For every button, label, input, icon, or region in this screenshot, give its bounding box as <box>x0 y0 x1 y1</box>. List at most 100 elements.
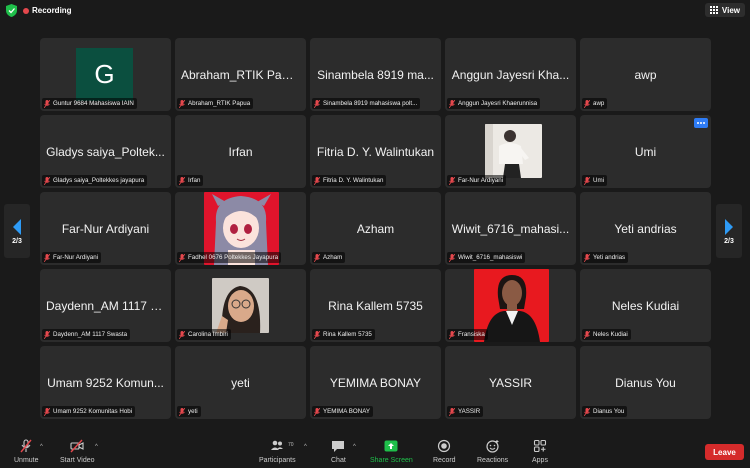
share-screen-icon <box>384 440 398 452</box>
participant-name: yeti <box>231 375 250 390</box>
mic-muted-icon <box>449 253 455 262</box>
mic-muted-icon <box>179 99 185 108</box>
participant-tile[interactable]: Sinambela 8919 ma... Sinambela 8919 maha… <box>310 38 441 111</box>
record-button[interactable]: Record <box>433 439 456 464</box>
participant-tile[interactable]: Rina Kallem 5735 Rina Kallem 5735 <box>310 269 441 342</box>
page-indicator-right: 2/3 <box>724 237 734 245</box>
unmute-label: Unmute <box>14 457 39 464</box>
participant-name: Umam 9252 Komun... <box>47 375 164 390</box>
participants-options-caret-icon[interactable]: ^ <box>304 444 307 450</box>
more-options-button[interactable] <box>694 118 708 128</box>
participant-label: Umi <box>582 175 607 186</box>
participant-tile[interactable]: Yeti andrias Yeti andrias <box>580 192 711 265</box>
participant-tile[interactable]: Umam 9252 Komun... Umam 9252 Komunitas H… <box>40 346 171 419</box>
participant-label: Far-Nur Ardiyani <box>42 252 102 263</box>
participant-video <box>212 278 269 333</box>
participant-tile[interactable]: YEMIMA BONAY YEMIMA BONAY <box>310 346 441 419</box>
participant-name: YASSIR <box>488 375 533 390</box>
participant-label: yeti <box>177 406 201 417</box>
participant-name: Yeti andrias <box>614 221 677 236</box>
apps-button[interactable]: Apps <box>532 439 548 464</box>
mic-muted-icon <box>44 253 50 262</box>
mic-muted-icon <box>314 330 320 339</box>
participant-tile[interactable]: Irfan Irfan <box>175 115 306 188</box>
next-page-button[interactable]: 2/3 <box>716 204 742 258</box>
participant-label: Fransiska <box>447 329 488 340</box>
participant-label: Umam 9252 Komunitas Hobi <box>42 406 136 417</box>
participants-label: Participants <box>259 457 296 464</box>
video-options-caret-icon[interactable]: ^ <box>95 444 98 450</box>
participant-tile[interactable]: YASSIR YASSIR <box>445 346 576 419</box>
smiley-icon <box>485 440 499 453</box>
participant-label: Guntur 9684 Mahasiswa IAIN <box>42 98 137 109</box>
video-off-icon <box>70 439 84 453</box>
chat-icon <box>332 441 345 452</box>
participant-tile[interactable]: Neles Kudiai Neles Kudiai <box>580 269 711 342</box>
mic-muted-icon <box>44 407 50 416</box>
recording-dot-icon <box>23 7 29 14</box>
previous-page-button[interactable]: 2/3 <box>4 204 30 258</box>
leave-button[interactable]: Leave <box>705 444 744 460</box>
participant-label: YEMIMA BONAY <box>312 406 373 417</box>
participant-tile[interactable]: Dianus You Dianus You <box>580 346 711 419</box>
participant-label: Wiwit_6716_mahasiswi <box>447 252 526 263</box>
meeting-toolbar: Unmute ^ Start Video ^ Participants 70 ^… <box>0 436 750 468</box>
participant-tile[interactable]: Far-Nur Ardiyani <box>445 115 576 188</box>
participant-label: awp <box>582 98 608 109</box>
participant-tile[interactable]: Wiwit_6716_mahasi... Wiwit_6716_mahasisw… <box>445 192 576 265</box>
recording-indicator[interactable]: Recording <box>23 4 72 17</box>
participant-label: Azham <box>312 252 346 263</box>
participant-tile[interactable]: Daydenn_AM 1117 S... Daydenn_AM 1117 Swa… <box>40 269 171 342</box>
participant-tile[interactable]: Far-Nur Ardiyani Far-Nur Ardiyani <box>40 192 171 265</box>
participant-tile[interactable]: Fitria D. Y. Walintukan Fitria D. Y. Wal… <box>310 115 441 188</box>
view-button[interactable]: View <box>704 3 745 17</box>
participant-label: YASSIR <box>447 406 484 417</box>
share-screen-label: Share Screen <box>370 457 413 464</box>
mic-muted-icon <box>44 176 50 185</box>
grid-view-icon <box>709 6 718 14</box>
mic-muted-icon <box>179 407 185 416</box>
participant-tile[interactable]: Anggun Jayesri Kha... Anggun Jayesri Kha… <box>445 38 576 111</box>
view-label: View <box>721 5 740 15</box>
page-indicator-left: 2/3 <box>12 237 22 245</box>
participant-tile[interactable]: awp awp <box>580 38 711 111</box>
participant-tile[interactable]: Fransiska <box>445 269 576 342</box>
participant-name: Rina Kallem 5735 <box>328 298 423 313</box>
mic-muted-icon <box>449 99 455 108</box>
participant-name: YEMIMA BONAY <box>329 375 422 390</box>
participant-label: Yeti andrias <box>582 252 629 263</box>
participant-label: Fadhel 0676 Poltekkes Jayapura <box>177 252 282 263</box>
participant-name: Wiwit_6716_mahasi... <box>451 221 570 236</box>
participant-tile[interactable]: G Guntur 9684 Mahasiswa IAIN <box>40 38 171 111</box>
mic-muted-icon <box>314 99 320 108</box>
participant-name: Daydenn_AM 1117 S... <box>46 298 169 313</box>
mic-muted-icon <box>584 330 590 339</box>
participant-name: Abraham_RTIK Papua <box>181 67 302 82</box>
participant-label: Fitria D. Y. Walintukan <box>312 175 387 186</box>
participant-tile[interactable]: Abraham_RTIK Papua Abraham_RTIK Papua <box>175 38 306 111</box>
participant-tile[interactable]: Gladys saiya_Poltek... Gladys saiya_Polt… <box>40 115 171 188</box>
chat-options-caret-icon[interactable]: ^ <box>353 444 356 450</box>
mic-muted-icon <box>449 176 455 185</box>
share-screen-button[interactable]: Share Screen <box>370 439 413 464</box>
participant-tile[interactable]: Azham Azham <box>310 192 441 265</box>
chat-label: Chat <box>331 457 346 464</box>
participant-label: Carolina Imbiri <box>177 329 231 340</box>
participant-label: Rina Kallem 5735 <box>312 329 375 340</box>
participant-name: Gladys saiya_Poltek... <box>46 144 165 159</box>
unmute-button[interactable]: Unmute <box>14 439 39 464</box>
shield-icon[interactable] <box>6 4 17 17</box>
chat-button[interactable]: Chat <box>331 439 346 464</box>
participant-tile[interactable]: Carolina Imbiri <box>175 269 306 342</box>
arrow-left-icon <box>13 218 21 235</box>
reactions-button[interactable]: Reactions <box>477 439 508 464</box>
participant-tile[interactable]: Fadhel 0676 Poltekkes Jayapura <box>175 192 306 265</box>
mic-muted-icon <box>314 407 320 416</box>
participant-name: Neles Kudiai <box>611 298 680 313</box>
start-video-button[interactable]: Start Video <box>60 439 95 464</box>
recording-label: Recording <box>32 6 72 15</box>
participant-tile[interactable]: Umi Umi <box>580 115 711 188</box>
audio-options-caret-icon[interactable]: ^ <box>40 444 43 450</box>
participant-label: Far-Nur Ardiyani <box>447 175 507 186</box>
participant-tile[interactable]: yeti yeti <box>175 346 306 419</box>
